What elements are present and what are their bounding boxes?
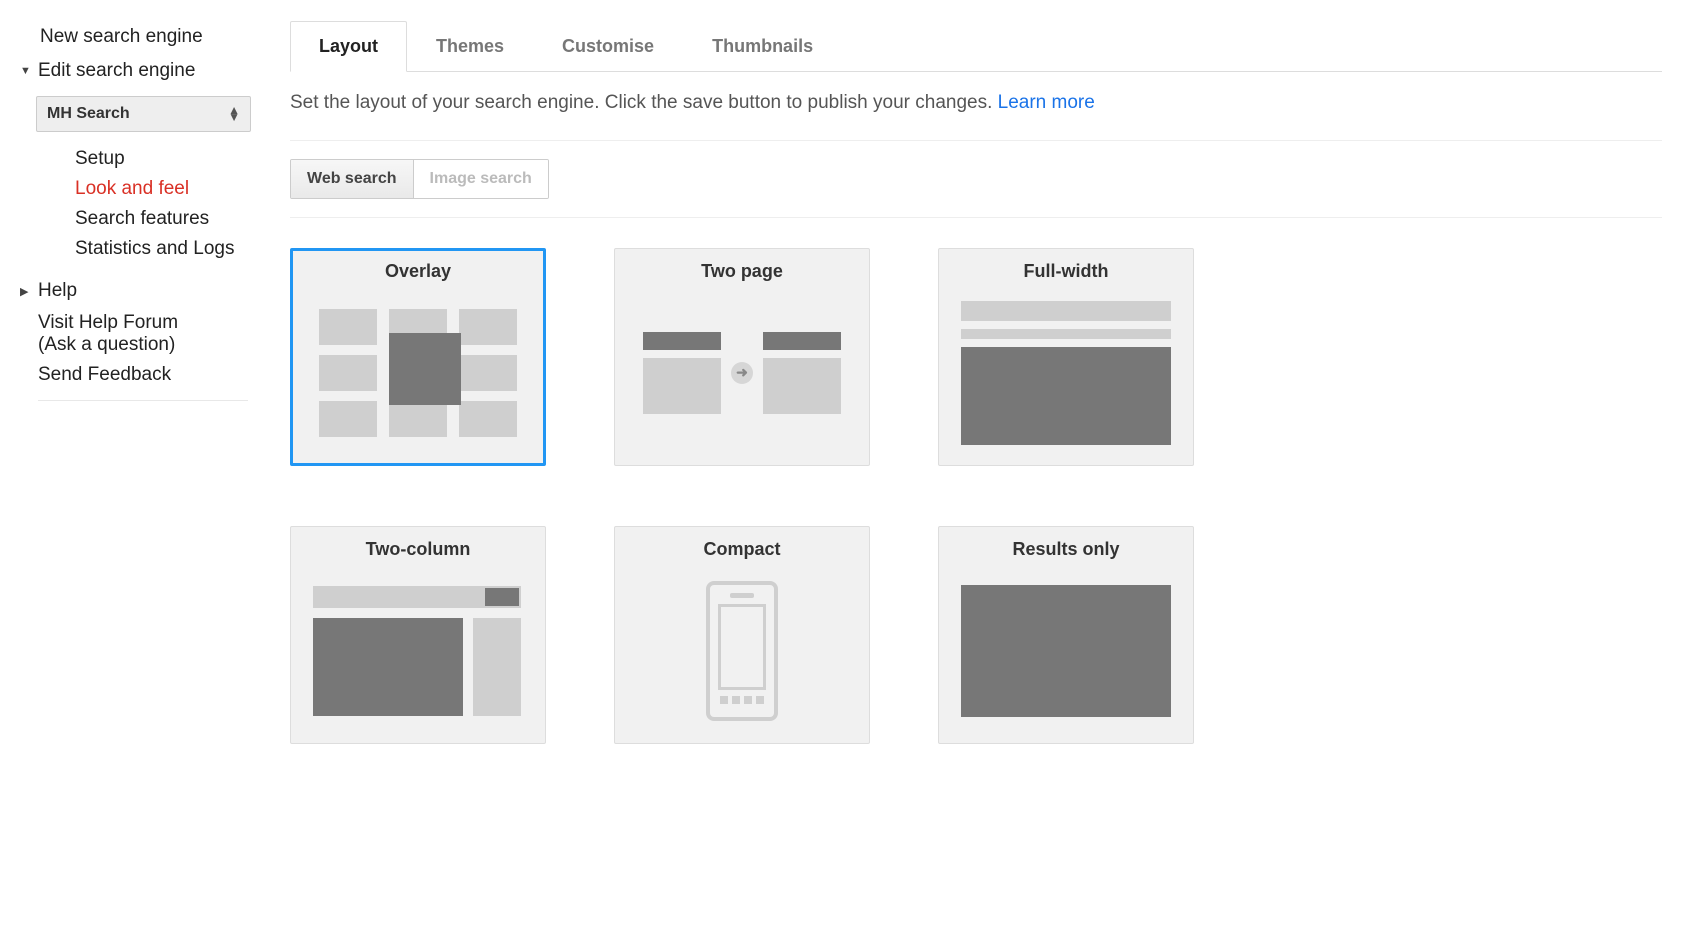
card-title: Two page <box>629 261 855 282</box>
layout-card-results-only[interactable]: Results only <box>938 526 1194 744</box>
tab-customise[interactable]: Customise <box>533 21 683 72</box>
main-content: Layout Themes Customise Thumbnails Set t… <box>290 20 1702 744</box>
card-preview <box>953 298 1179 447</box>
subnav-look-and-feel[interactable]: Look and feel <box>75 174 270 204</box>
card-preview <box>629 576 855 725</box>
search-type-toggle: Web search Image search <box>290 159 549 199</box>
nav-help-label: Help <box>38 280 77 302</box>
card-title: Compact <box>629 539 855 560</box>
tab-thumbnails[interactable]: Thumbnails <box>683 21 842 72</box>
layout-cards: Overlay Two page ➜ <box>290 248 1662 744</box>
nav-new-search-engine[interactable]: New search engine <box>20 20 270 54</box>
card-title: Overlay <box>305 261 531 282</box>
layout-card-full-width[interactable]: Full-width <box>938 248 1194 466</box>
layout-card-two-page[interactable]: Two page ➜ <box>614 248 870 466</box>
engine-select-label: MH Search <box>47 105 130 123</box>
card-title: Results only <box>953 539 1179 560</box>
divider <box>290 140 1662 141</box>
link-send-feedback[interactable]: Send Feedback <box>38 360 270 390</box>
sidebar: New search engine ▼ Edit search engine M… <box>20 20 290 744</box>
subnav-search-features[interactable]: Search features <box>75 204 270 234</box>
tab-layout[interactable]: Layout <box>290 21 407 72</box>
card-preview: ➜ <box>629 298 855 447</box>
caret-right-icon: ▶ <box>20 285 38 298</box>
engine-select[interactable]: MH Search ▲▼ <box>36 96 251 132</box>
subnav-setup[interactable]: Setup <box>75 144 270 174</box>
learn-more-link[interactable]: Learn more <box>998 92 1095 113</box>
nav-edit-search-engine[interactable]: ▼ Edit search engine <box>20 54 270 88</box>
layout-card-overlay[interactable]: Overlay <box>290 248 546 466</box>
tabs: Layout Themes Customise Thumbnails <box>290 20 1662 72</box>
link-visit-forum[interactable]: Visit Help Forum (Ask a question) <box>38 308 270 360</box>
sidebar-divider <box>38 400 248 401</box>
arrow-icon: ➜ <box>731 362 753 384</box>
card-title: Two-column <box>305 539 531 560</box>
layout-card-compact[interactable]: Compact <box>614 526 870 744</box>
nav-help[interactable]: ▶ Help <box>20 274 270 308</box>
card-preview <box>305 576 531 725</box>
description-text: Set the layout of your search engine. Cl… <box>290 92 998 113</box>
card-preview <box>305 298 531 447</box>
caret-down-icon: ▼ <box>20 65 38 77</box>
subnav-statistics-logs[interactable]: Statistics and Logs <box>75 234 270 264</box>
tab-themes[interactable]: Themes <box>407 21 533 72</box>
layout-card-two-column[interactable]: Two-column <box>290 526 546 744</box>
toggle-web-search[interactable]: Web search <box>291 160 414 198</box>
card-title: Full-width <box>953 261 1179 282</box>
card-preview <box>953 576 1179 725</box>
toggle-image-search[interactable]: Image search <box>414 160 548 198</box>
divider <box>290 217 1662 218</box>
help-links: Visit Help Forum (Ask a question) Send F… <box>20 308 270 390</box>
nav-edit-label: Edit search engine <box>38 60 195 82</box>
updown-icon: ▲▼ <box>228 107 240 121</box>
description: Set the layout of your search engine. Cl… <box>290 72 1662 134</box>
subnav: Setup Look and feel Search features Stat… <box>20 144 270 264</box>
